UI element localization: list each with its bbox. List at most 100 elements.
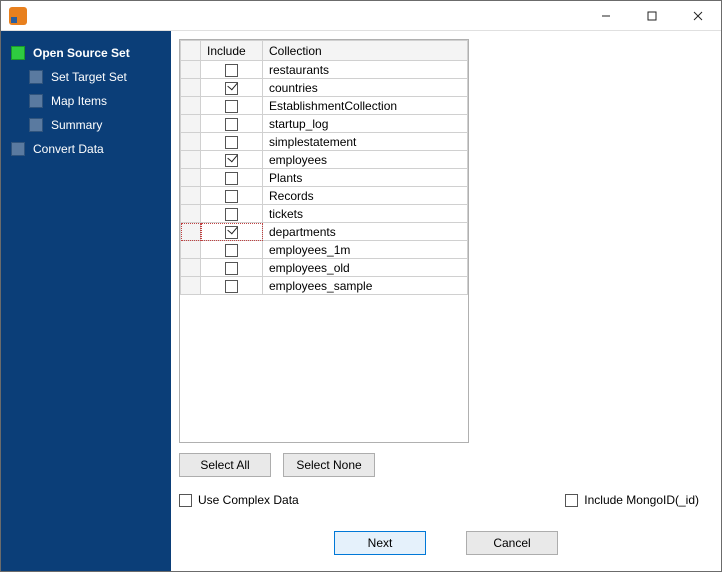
maximize-button[interactable] (629, 1, 675, 31)
checkbox-icon (565, 494, 578, 507)
row-header[interactable] (181, 97, 201, 115)
include-checkbox[interactable] (225, 118, 238, 131)
wizard-sidebar: Open Source Set Set Target Set Map Items Su… (1, 31, 171, 571)
table-row[interactable]: Plants (181, 169, 468, 187)
nav-step-icon (11, 46, 25, 60)
nav-item-set-target-set[interactable]: Set Target Set (1, 65, 171, 89)
row-header[interactable] (181, 187, 201, 205)
include-cell[interactable] (201, 97, 263, 115)
include-cell[interactable] (201, 223, 263, 241)
table-row[interactable]: employees_sample (181, 277, 468, 295)
row-header[interactable] (181, 277, 201, 295)
include-cell[interactable] (201, 169, 263, 187)
collection-cell[interactable]: employees (263, 151, 468, 169)
table-row[interactable]: EstablishmentCollection (181, 97, 468, 115)
collection-cell[interactable]: employees_old (263, 259, 468, 277)
collection-cell[interactable]: EstablishmentCollection (263, 97, 468, 115)
include-cell[interactable] (201, 187, 263, 205)
nav-item-convert-data[interactable]: Convert Data (1, 137, 171, 161)
table-row[interactable]: departments (181, 223, 468, 241)
row-header[interactable] (181, 79, 201, 97)
footer-buttons: Next Cancel (179, 531, 713, 563)
row-header[interactable] (181, 151, 201, 169)
use-complex-data-checkbox[interactable]: Use Complex Data (179, 493, 299, 507)
collection-cell[interactable]: startup_log (263, 115, 468, 133)
collection-cell[interactable]: Plants (263, 169, 468, 187)
collection-cell[interactable]: Records (263, 187, 468, 205)
include-checkbox[interactable] (225, 100, 238, 113)
nav-step-icon (29, 70, 43, 84)
include-cell[interactable] (201, 115, 263, 133)
checkbox-icon (179, 494, 192, 507)
include-cell[interactable] (201, 277, 263, 295)
include-checkbox[interactable] (225, 244, 238, 257)
col-header-collection[interactable]: Collection (263, 41, 468, 61)
collections-table: Include Collection restaurantscountriesE… (180, 40, 468, 295)
nav-step-icon (29, 94, 43, 108)
nav-item-open-source-set[interactable]: Open Source Set (1, 41, 171, 65)
table-row[interactable]: restaurants (181, 61, 468, 79)
nav-label: Open Source Set (33, 46, 130, 60)
include-checkbox[interactable] (225, 208, 238, 221)
nav-label: Map Items (51, 94, 107, 108)
nav-label: Summary (51, 118, 102, 132)
collection-cell[interactable]: restaurants (263, 61, 468, 79)
table-row[interactable]: simplestatement (181, 133, 468, 151)
row-header[interactable] (181, 61, 201, 79)
collections-table-wrap[interactable]: Include Collection restaurantscountriesE… (179, 39, 469, 443)
include-checkbox[interactable] (225, 136, 238, 149)
table-row[interactable]: startup_log (181, 115, 468, 133)
include-checkbox[interactable] (225, 280, 238, 293)
table-row[interactable]: Records (181, 187, 468, 205)
collection-cell[interactable]: employees_1m (263, 241, 468, 259)
collection-cell[interactable]: employees_sample (263, 277, 468, 295)
titlebar (1, 1, 721, 31)
include-checkbox[interactable] (225, 172, 238, 185)
minimize-button[interactable] (583, 1, 629, 31)
collection-cell[interactable]: tickets (263, 205, 468, 223)
include-cell[interactable] (201, 205, 263, 223)
table-row[interactable]: countries (181, 79, 468, 97)
include-mongoid-checkbox[interactable]: Include MongoID(_id) (565, 493, 699, 507)
nav-step-icon (29, 118, 43, 132)
row-header[interactable] (181, 169, 201, 187)
include-cell[interactable] (201, 259, 263, 277)
close-button[interactable] (675, 1, 721, 31)
nav-label: Convert Data (33, 142, 104, 156)
include-cell[interactable] (201, 133, 263, 151)
include-cell[interactable] (201, 241, 263, 259)
nav-step-icon (11, 142, 25, 156)
collection-cell[interactable]: departments (263, 223, 468, 241)
include-checkbox[interactable] (225, 64, 238, 77)
include-checkbox[interactable] (225, 154, 238, 167)
row-header[interactable] (181, 133, 201, 151)
col-header-include[interactable]: Include (201, 41, 263, 61)
row-header[interactable] (181, 223, 201, 241)
include-checkbox[interactable] (225, 82, 238, 95)
option-label: Use Complex Data (198, 493, 299, 507)
include-cell[interactable] (201, 79, 263, 97)
collection-cell[interactable]: simplestatement (263, 133, 468, 151)
table-row[interactable]: employees_1m (181, 241, 468, 259)
table-row[interactable]: employees (181, 151, 468, 169)
next-button[interactable]: Next (334, 531, 426, 555)
include-checkbox[interactable] (225, 262, 238, 275)
cancel-button[interactable]: Cancel (466, 531, 558, 555)
include-checkbox[interactable] (225, 226, 238, 239)
nav-item-map-items[interactable]: Map Items (1, 89, 171, 113)
content-area: Open Source Set Set Target Set Map Items Su… (1, 31, 721, 571)
table-row[interactable]: employees_old (181, 259, 468, 277)
collection-cell[interactable]: countries (263, 79, 468, 97)
select-none-button[interactable]: Select None (283, 453, 375, 477)
row-header[interactable] (181, 259, 201, 277)
row-header[interactable] (181, 205, 201, 223)
include-cell[interactable] (201, 151, 263, 169)
select-all-button[interactable]: Select All (179, 453, 271, 477)
include-cell[interactable] (201, 61, 263, 79)
nav-item-summary[interactable]: Summary (1, 113, 171, 137)
row-header[interactable] (181, 241, 201, 259)
include-checkbox[interactable] (225, 190, 238, 203)
row-header[interactable] (181, 115, 201, 133)
option-label: Include MongoID(_id) (584, 493, 699, 507)
table-row[interactable]: tickets (181, 205, 468, 223)
